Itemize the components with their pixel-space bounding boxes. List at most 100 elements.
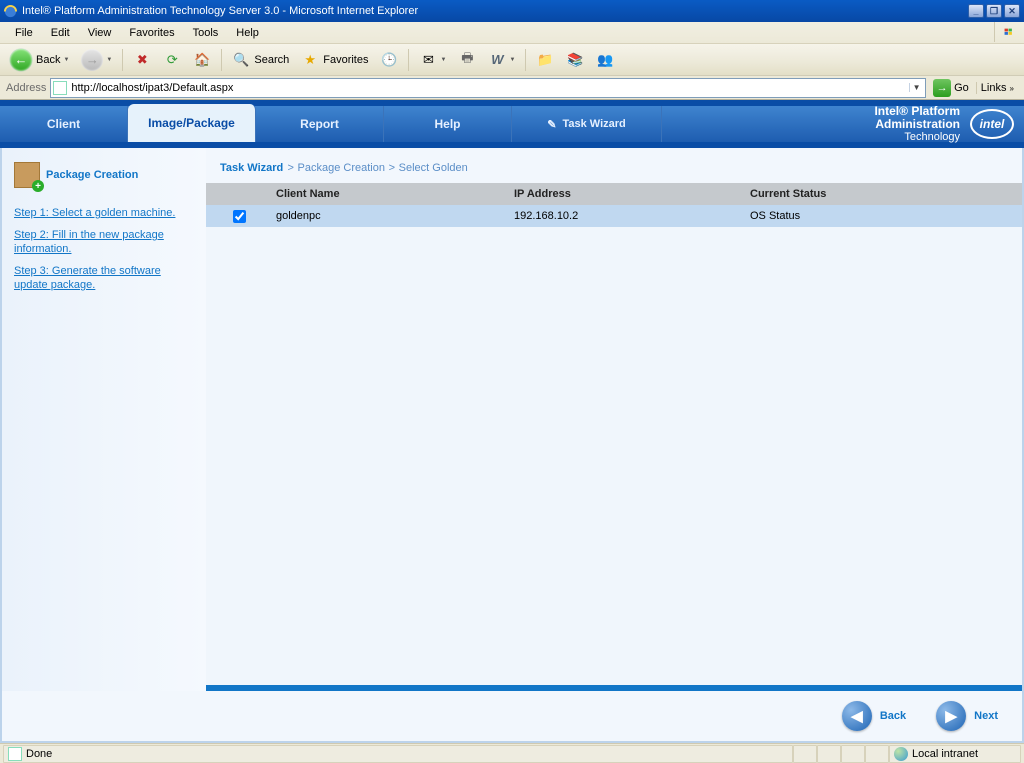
- nav-report[interactable]: Report: [256, 106, 384, 142]
- back-nav-button[interactable]: ◀ Back: [842, 701, 906, 731]
- brand-line2: Administration: [875, 117, 960, 131]
- dropdown-icon[interactable]: ▼: [909, 83, 923, 92]
- brand-line1: Intel® Platform: [874, 104, 960, 118]
- home-button[interactable]: 🏠: [189, 49, 215, 71]
- step2-link[interactable]: Step 2: Fill in the new package informat…: [14, 228, 194, 256]
- page-icon: [53, 81, 67, 95]
- research-icon: 📚: [566, 51, 584, 69]
- forward-button[interactable]: → ▼: [77, 47, 116, 73]
- search-icon: 🔍: [232, 51, 250, 69]
- intel-logo-icon: intel: [970, 109, 1014, 139]
- back-button[interactable]: ← Back ▼: [6, 47, 73, 73]
- ie-icon: [3, 4, 18, 19]
- menu-edit[interactable]: Edit: [42, 27, 79, 39]
- separator: [221, 49, 222, 71]
- menu-help[interactable]: Help: [227, 27, 268, 39]
- step1-link[interactable]: Step 1: Select a golden machine.: [14, 206, 194, 220]
- app-nav: Client Image/Package Report Help ✎ Task …: [0, 100, 1024, 148]
- separator: [525, 49, 526, 71]
- sidebar: Package Creation Step 1: Select a golden…: [2, 148, 206, 691]
- cell-ip: 192.168.10.2: [510, 210, 746, 222]
- nav-help[interactable]: Help: [384, 106, 512, 142]
- footer-nav: ◀ Back ▶ Next: [0, 691, 1024, 743]
- search-label: Search: [254, 54, 289, 66]
- cell-status: OS Status: [746, 210, 1022, 222]
- status-pane: [793, 745, 817, 763]
- windows-flag-icon: [994, 22, 1022, 42]
- statusbar: Done Local intranet: [0, 743, 1024, 763]
- crumb-root: Task Wizard: [220, 162, 283, 174]
- address-field[interactable]: http://localhost/ipat3/Default.aspx ▼: [50, 78, 926, 98]
- row-checkbox[interactable]: [233, 210, 246, 223]
- home-icon: 🏠: [193, 51, 211, 69]
- separator: [122, 49, 123, 71]
- page-icon: [8, 747, 22, 761]
- maximize-button[interactable]: ❐: [986, 4, 1002, 18]
- cell-client-name: goldenpc: [272, 210, 510, 222]
- table-row[interactable]: goldenpc 192.168.10.2 OS Status: [206, 205, 1022, 227]
- mail-icon: ✉: [419, 51, 437, 69]
- mail-button[interactable]: ✉▼: [415, 49, 450, 71]
- nav-image-package[interactable]: Image/Package: [128, 104, 256, 142]
- window-title: Intel® Platform Administration Technolog…: [22, 5, 967, 17]
- status-pane: [841, 745, 865, 763]
- wand-icon: ✎: [547, 118, 556, 131]
- content: Package Creation Step 1: Select a golden…: [0, 148, 1024, 691]
- research-button[interactable]: 📚: [562, 49, 588, 71]
- minimize-button[interactable]: _: [968, 4, 984, 18]
- word-icon: W: [488, 51, 506, 69]
- forward-arrow-icon: →: [81, 49, 103, 71]
- status-text: Done: [3, 745, 793, 763]
- back-circle-icon: ◀: [842, 701, 872, 731]
- status-pane: [817, 745, 841, 763]
- main: Task Wizard > Package Creation > Select …: [206, 148, 1022, 691]
- history-button[interactable]: 🕒: [376, 49, 402, 71]
- back-label: Back: [36, 54, 60, 66]
- security-zone: Local intranet: [889, 745, 1021, 763]
- header-ip-address[interactable]: IP Address: [510, 188, 746, 200]
- header-current-status[interactable]: Current Status: [746, 188, 1022, 200]
- go-button[interactable]: → Go: [930, 79, 972, 97]
- stop-button[interactable]: ✖: [129, 49, 155, 71]
- links-label: Links: [981, 82, 1007, 94]
- menu-view[interactable]: View: [79, 27, 121, 39]
- print-button[interactable]: 🖶: [454, 49, 480, 71]
- menu-tools[interactable]: Tools: [184, 27, 228, 39]
- history-icon: 🕒: [380, 51, 398, 69]
- chevron-down-icon: ▼: [63, 57, 69, 63]
- search-button[interactable]: 🔍 Search: [228, 49, 293, 71]
- menu-file[interactable]: File: [6, 27, 42, 39]
- next-nav-button[interactable]: ▶ Next: [936, 701, 998, 731]
- nav-task-wizard[interactable]: ✎ Task Wizard: [512, 106, 662, 142]
- sidebar-title: Package Creation: [46, 169, 138, 181]
- refresh-icon: ⟳: [163, 51, 181, 69]
- messenger-button[interactable]: 👥: [592, 49, 618, 71]
- favorites-button[interactable]: ★ Favorites: [297, 49, 372, 71]
- toolbar: ← Back ▼ → ▼ ✖ ⟳ 🏠 🔍 Search ★ Favorites …: [0, 44, 1024, 76]
- refresh-button[interactable]: ⟳: [159, 49, 185, 71]
- address-label: Address: [6, 82, 46, 94]
- folder-button[interactable]: 📁: [532, 49, 558, 71]
- crumb-l2: Select Golden: [399, 162, 468, 174]
- favorites-label: Favorites: [323, 54, 368, 66]
- brand-line3: Technology: [874, 131, 960, 143]
- next-circle-icon: ▶: [936, 701, 966, 731]
- branding: Intel® Platform Administration Technolog…: [874, 106, 1024, 142]
- table-header: Client Name IP Address Current Status: [206, 183, 1022, 205]
- package-icon: [14, 162, 40, 188]
- status-done: Done: [26, 748, 52, 760]
- menubar: File Edit View Favorites Tools Help: [0, 22, 1024, 44]
- next-nav-label: Next: [974, 710, 998, 722]
- menu-favorites[interactable]: Favorites: [120, 27, 183, 39]
- nav-client[interactable]: Client: [0, 106, 128, 142]
- close-button[interactable]: ✕: [1004, 4, 1020, 18]
- chevron-down-icon: ▼: [509, 57, 515, 63]
- table-empty-area: [206, 227, 1022, 685]
- crumb-l1: Package Creation: [298, 162, 385, 174]
- chevron-down-icon: ▼: [106, 57, 112, 63]
- folder-icon: 📁: [536, 51, 554, 69]
- links-button[interactable]: Links »: [976, 82, 1018, 94]
- header-client-name[interactable]: Client Name: [272, 188, 510, 200]
- edit-button[interactable]: W▼: [484, 49, 519, 71]
- step3-link[interactable]: Step 3: Generate the software update pac…: [14, 264, 194, 292]
